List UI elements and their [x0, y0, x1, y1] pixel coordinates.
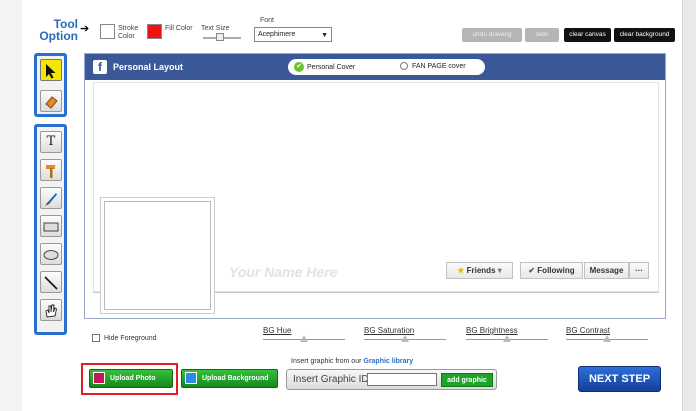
following-label: Following — [537, 266, 575, 275]
insert-graphic-id-label: Insert Graphic ID — [293, 374, 369, 385]
text-size-slider-thumb[interactable] — [216, 33, 224, 41]
font-label: Font — [260, 17, 275, 24]
bg-brightness-label: BG Brightness — [466, 326, 518, 335]
bg-hue-thumb[interactable] — [300, 335, 308, 342]
hide-foreground-control[interactable]: Hide Foreground — [92, 334, 157, 342]
graphic-library-link[interactable]: Graphic library — [363, 358, 413, 365]
profile-picture-frame[interactable] — [100, 197, 215, 314]
name-placeholder: Your Name Here — [229, 264, 338, 280]
facebook-logo-icon: f — [93, 60, 107, 74]
redo-button[interactable]: redo — [525, 28, 559, 42]
radio-icon — [400, 62, 408, 70]
bg-contrast-label: BG Contrast — [566, 326, 611, 335]
hide-foreground-label: Hide Foreground — [104, 334, 157, 342]
bg-saturation-label: BG Saturation — [364, 326, 415, 335]
undo-drawing-button[interactable]: undo drawing — [462, 28, 522, 42]
bg-brightness-slider[interactable]: BG Brightness — [466, 326, 548, 342]
bg-contrast-thumb[interactable] — [603, 335, 611, 342]
caret-down-icon: ▾ — [497, 266, 502, 275]
text-size-label: Text Size — [201, 25, 230, 32]
check-icon: ✔ — [294, 62, 304, 72]
profile-picture-area — [104, 201, 211, 310]
left-gutter — [0, 0, 22, 411]
bg-hue-label: BG Hue — [263, 326, 292, 335]
line-icon[interactable] — [40, 271, 62, 293]
tool-option-label: Tool Option — [39, 17, 78, 43]
fill-color-swatch[interactable] — [147, 24, 162, 39]
stroke-color-label: Stroke Color — [118, 25, 139, 40]
brush-icon[interactable] — [40, 187, 62, 209]
photo-icon — [93, 372, 105, 384]
clear-background-button[interactable]: clear background — [614, 28, 675, 42]
bg-saturation-slider[interactable]: BG Saturation — [364, 326, 446, 342]
upload-background-button[interactable]: Upload Background — [181, 369, 278, 388]
fill-color-label: Fill Color — [165, 25, 193, 32]
tool-panel-select — [34, 53, 67, 117]
upload-photo-button[interactable]: Upload Photo — [89, 369, 173, 388]
facebook-layout-canvas[interactable]: f Personal Layout ✔ Personal Cover FAN PA… — [84, 53, 666, 319]
hammer-icon[interactable] — [40, 159, 62, 181]
right-scrollbar[interactable] — [682, 0, 696, 411]
hide-foreground-checkbox[interactable] — [92, 334, 100, 342]
rectangle-icon[interactable] — [40, 215, 62, 237]
select-arrow-icon[interactable] — [40, 59, 62, 81]
option-personal-cover[interactable]: ✔ Personal Cover — [294, 62, 355, 72]
option-fan-page-cover[interactable]: FAN PAGE cover — [400, 62, 466, 70]
upload-photo-label: Upload Photo — [110, 375, 156, 382]
ellipse-icon[interactable] — [40, 243, 62, 265]
insert-graphic-caption: Insert graphic from our Graphic library — [291, 358, 413, 365]
bg-brightness-thumb[interactable] — [503, 335, 511, 342]
image-icon — [185, 372, 197, 384]
layout-title: Personal Layout — [113, 62, 184, 72]
chevron-down-icon: ▼ — [321, 32, 328, 39]
star-icon: ★ — [457, 266, 465, 275]
friends-button: ★ Friends ▾ — [446, 262, 513, 279]
graphic-id-input[interactable] — [367, 373, 437, 386]
bg-hue-slider[interactable]: BG Hue — [263, 326, 345, 342]
font-select[interactable]: Acephimere ▼ — [254, 27, 332, 42]
facebook-header: f Personal Layout ✔ Personal Cover FAN PA… — [85, 54, 665, 80]
arrow-right-icon: ➔ — [80, 23, 90, 35]
clear-canvas-button[interactable]: clear canvas — [564, 28, 611, 42]
insert-graphic-box: Insert Graphic ID add graphic — [286, 369, 497, 390]
bg-contrast-slider[interactable]: BG Contrast — [566, 326, 648, 342]
cover-type-toggle: ✔ Personal Cover FAN PAGE cover — [288, 59, 485, 75]
eraser-icon[interactable] — [40, 90, 62, 112]
friends-label: Friends — [466, 266, 496, 275]
insert-caption-text: Insert graphic from our — [291, 358, 364, 365]
bg-saturation-thumb[interactable] — [401, 335, 409, 342]
more-options-button: ··· — [629, 262, 649, 279]
message-button: Message — [584, 262, 629, 279]
following-button: ✔ Following — [520, 262, 583, 279]
check-icon: ✔ — [528, 266, 536, 275]
option-fan-label: FAN PAGE cover — [412, 62, 466, 70]
option-personal-label: Personal Cover — [307, 63, 356, 71]
stroke-color-swatch[interactable] — [100, 24, 115, 39]
text-icon[interactable]: T — [40, 131, 62, 153]
hand-icon[interactable] — [40, 299, 62, 321]
upload-background-label: Upload Background — [202, 375, 269, 382]
tool-panel-draw: T — [34, 124, 67, 335]
next-step-button[interactable]: NEXT STEP — [578, 366, 661, 392]
font-select-value: Acephimere — [258, 31, 296, 38]
add-graphic-button[interactable]: add graphic — [441, 373, 493, 387]
